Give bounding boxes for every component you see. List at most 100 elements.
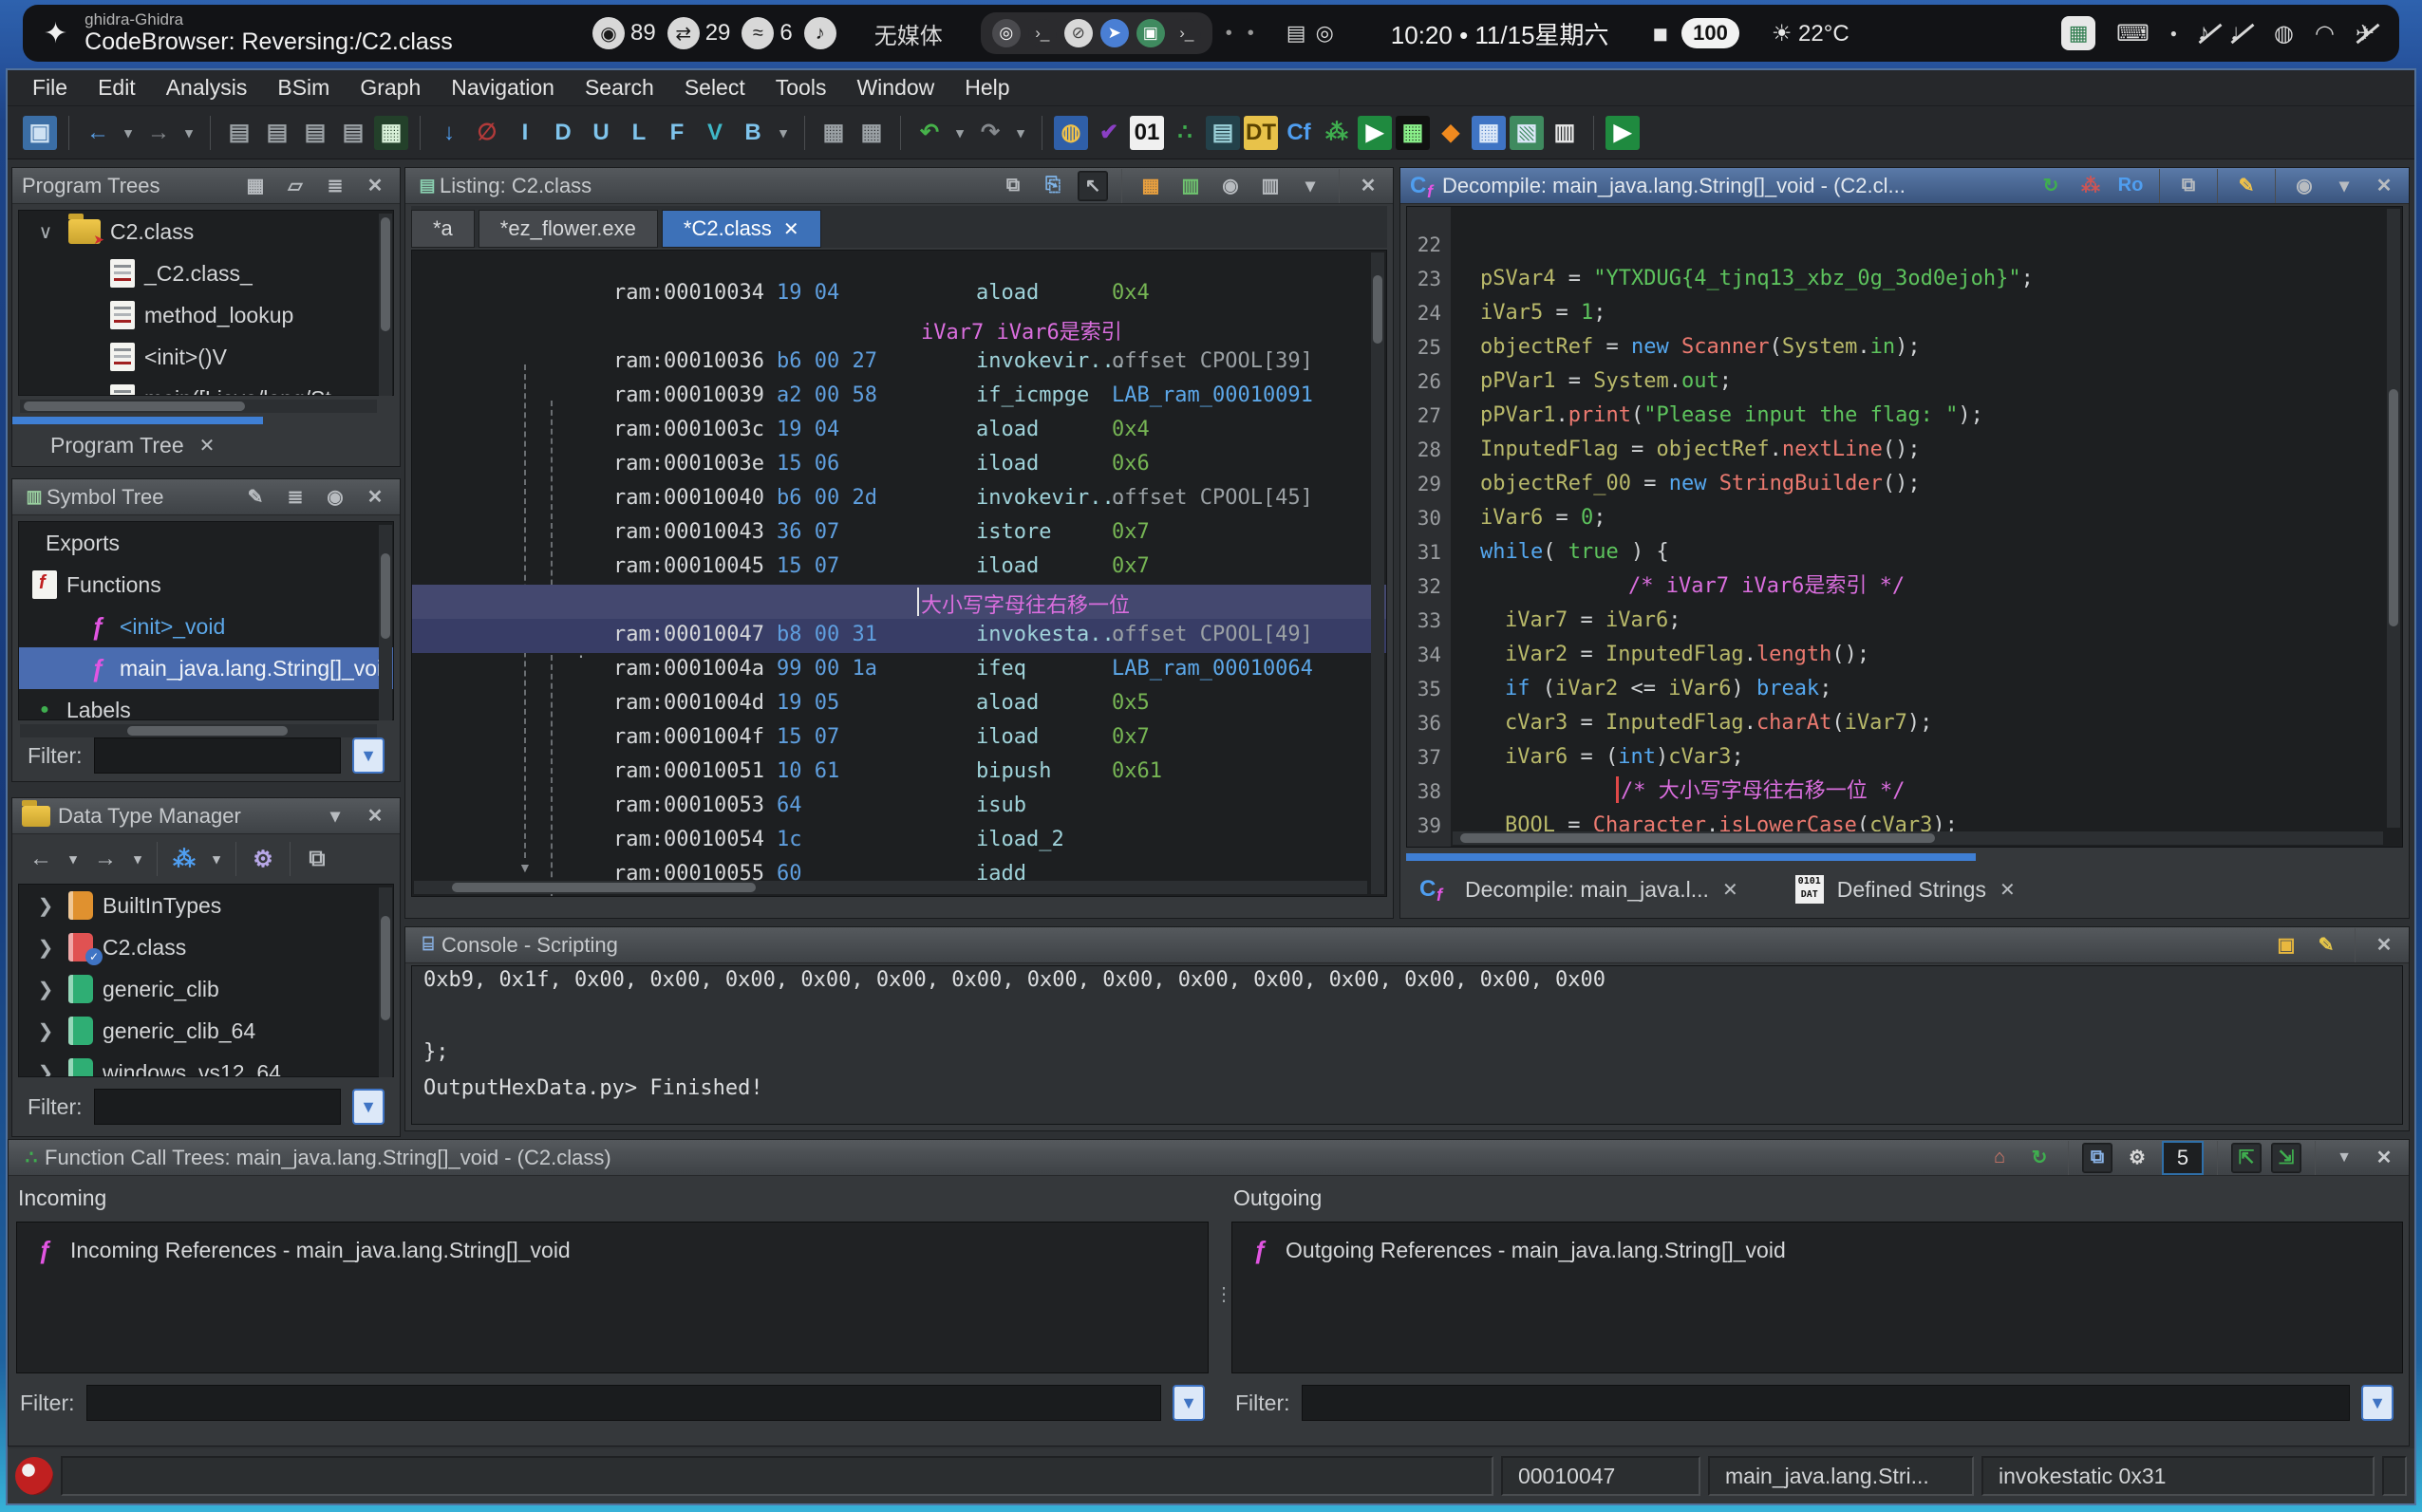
menu-window[interactable]: Window — [841, 71, 949, 104]
go-down-icon[interactable]: ↓ — [432, 116, 466, 150]
menu-tools[interactable]: Tools — [760, 71, 842, 104]
filmstrip-icon[interactable]: ▤ — [1206, 116, 1240, 150]
listing-instruction-row[interactable]: ram:00010047b8 00 31invokesta...offset C… — [412, 619, 1386, 653]
weather-temp[interactable]: ☀ 22°C — [1772, 20, 1849, 47]
memory-chip-icon[interactable]: ▦ — [1396, 116, 1430, 150]
incoming-filter-input[interactable] — [86, 1385, 1162, 1421]
listing-instruction-row[interactable]: ram:0001005364isub — [412, 790, 1386, 824]
expand-incoming-icon[interactable]: ⇱ — [2231, 1143, 2262, 1173]
listing-v-scrollbar-thumb[interactable] — [1373, 275, 1382, 344]
snapshot-camera-icon[interactable]: ◉ — [320, 482, 350, 513]
disable-icon[interactable]: ∅ — [470, 116, 504, 150]
clear-flow-icon[interactable]: ▦ — [854, 116, 889, 150]
media-status[interactable]: 无媒体 — [874, 17, 943, 50]
symbol-tree-view[interactable]: ExportsfFunctionsƒ<init>_voidƒmain_java.… — [18, 521, 394, 720]
decompile-line-27[interactable]: 27pPVar1.print("Please input the flag: "… — [1407, 399, 2402, 433]
validate-check-icon[interactable]: ✔ — [1092, 116, 1126, 150]
mark-v-icon[interactable]: V — [698, 116, 732, 150]
program-tree-view[interactable]: ∨➤C2.class_C2.class_method_lookup<init>(… — [18, 210, 394, 396]
listing-instruction-row[interactable]: ram:0001004d19 05aload0x5 — [412, 687, 1386, 721]
tree-node[interactable]: method_lookup — [19, 294, 393, 336]
mark-b-icon[interactable]: B — [736, 116, 770, 150]
decompile-v-scrollbar-thumb[interactable] — [2389, 389, 2398, 626]
listing-view[interactable]: ⋮ ram:0001003419 04aload0x4iVar7 iVar6是索… — [411, 250, 1387, 897]
edit-pencil-icon[interactable]: ✎ — [240, 482, 271, 513]
rename-ro-icon[interactable]: Ro — [2115, 171, 2146, 201]
binary-doc-icon[interactable]: 01 — [1130, 116, 1164, 150]
listing-instruction-row[interactable]: ram:0001004a99 00 1aifeqLAB_ram_00010064 — [412, 653, 1386, 687]
menu-analysis[interactable]: Analysis — [151, 71, 263, 104]
redo-icon[interactable]: ↷ — [973, 116, 1007, 150]
filter-gear-icon[interactable]: ⚙ — [2122, 1143, 2152, 1173]
pointer-icon[interactable]: ➤ — [1100, 19, 1129, 47]
mark-i-icon[interactable]: I — [508, 116, 542, 150]
listing-comment-row[interactable]: iVar7 iVar6是索引 — [412, 311, 1386, 345]
listing-instruction-row[interactable]: ram:0001003419 04aload0x4 — [412, 277, 1386, 311]
analysis-bolt-icon[interactable]: ◍ — [1054, 116, 1088, 150]
listing-instruction-row[interactable]: ram:0001005110 61bipush0x61 — [412, 756, 1386, 790]
filter-funnel-icon[interactable]: ▼ — [352, 737, 385, 774]
v-scrollbar-thumb[interactable] — [381, 217, 390, 331]
forward-dropdown-icon[interactable]: ▾ — [179, 116, 198, 150]
tab-program-tree[interactable]: Program Tree — [50, 433, 184, 458]
notification-bell-icon[interactable]: ◍ — [2274, 20, 2294, 47]
graph-icon[interactable]: ⁂ — [2075, 171, 2106, 201]
mark-dropdown-icon[interactable]: ▾ — [774, 116, 793, 150]
listing-tab--ez-flower-exe[interactable]: *ez_flower.exe — [479, 210, 658, 248]
symbol-node--init-void[interactable]: ƒ<init>_void — [19, 606, 393, 647]
decompile-line-28[interactable]: 28InputedFlag = objectRef.nextLine(); — [1407, 433, 2402, 467]
outgoing-root-node[interactable]: Outgoing References - main_java.lang.Str… — [1286, 1238, 1786, 1263]
dtm-titlebar[interactable]: Data Type Manager ▾✕ — [12, 798, 400, 834]
memory-image-icon[interactable]: ▦ — [374, 116, 408, 150]
symbol-tree-titlebar[interactable]: ▥ Symbol Tree ✎≣◉✕ — [12, 479, 400, 515]
terminal-icon[interactable]: ›_ — [1028, 19, 1057, 47]
active-app[interactable]: ✦ ghidra-Ghidra CodeBrowser: Reversing:/… — [23, 11, 592, 55]
dtm-node-c2-class[interactable]: ❯✓C2.class — [19, 926, 393, 968]
page-down-icon[interactable]: ▤ — [336, 116, 370, 150]
shell-icon[interactable]: ›_ — [1173, 19, 1201, 47]
outgoing-references-tree[interactable]: ƒ Outgoing References - main_java.lang.S… — [1231, 1222, 2403, 1373]
save-icon[interactable]: ▣ — [23, 116, 57, 150]
microphone-icon[interactable]: ◎ — [1316, 21, 1334, 46]
back-dropdown-icon[interactable]: ▾ — [64, 842, 83, 876]
v-scrollbar-thumb[interactable] — [381, 553, 390, 639]
menu-edit[interactable]: Edit — [83, 71, 151, 104]
tab-close-icon[interactable]: ✕ — [2000, 878, 2016, 902]
decompile-line-24[interactable]: 24iVar5 = 1; — [1407, 296, 2402, 330]
program-trees-titlebar[interactable]: Program Trees ▦▱≣✕ — [12, 168, 400, 204]
undo-dropdown-icon[interactable]: ▾ — [950, 116, 969, 150]
open-folder-icon[interactable]: ▱ — [280, 171, 310, 201]
redo-dropdown-icon[interactable]: ▾ — [1011, 116, 1030, 150]
decompile-line-36[interactable]: 36cVar3 = InputedFlag.charAt(iVar7); — [1407, 706, 2402, 740]
gear-ring-icon[interactable]: ⚙ — [246, 842, 280, 876]
goto-list-icon[interactable]: ≣ — [320, 171, 350, 201]
forward-dropdown-icon[interactable]: ▾ — [128, 842, 147, 876]
network-icon[interactable]: ◠ — [2315, 20, 2335, 47]
lock-icon[interactable]: ▣ — [2271, 930, 2301, 961]
mark-f-icon[interactable]: F — [660, 116, 694, 150]
page-up-icon[interactable]: ▤ — [298, 116, 332, 150]
decompile-line-31[interactable]: 31while( true ) { — [1407, 535, 2402, 569]
decompiler-cf-icon[interactable]: Cf — [1282, 116, 1316, 150]
dtm-node-generic-clib[interactable]: ❯generic_clib — [19, 968, 393, 1010]
listing-comment-row[interactable]: 大小写字母往右移一位 — [412, 585, 1386, 619]
decompile-line-22[interactable]: 22 — [1407, 228, 2402, 262]
back-icon[interactable]: ← — [24, 842, 58, 876]
memory-dropdown-icon[interactable]: ▾ — [1295, 171, 1325, 201]
dtm-filter-input[interactable] — [94, 1089, 342, 1125]
listing-tab--c2-class[interactable]: *C2.class✕ — [662, 210, 821, 248]
node-dropdown-icon[interactable]: ▾ — [207, 842, 226, 876]
airplane-off-icon[interactable]: ✈ — [2356, 20, 2375, 47]
dropdown-icon[interactable]: ▾ — [320, 801, 350, 831]
snapshot-camera-icon[interactable]: ◉ — [1215, 171, 1246, 201]
close-icon[interactable]: ✕ — [2369, 171, 2399, 201]
listing-instruction-row[interactable]: ram:0001004515 07iload0x7 — [412, 551, 1386, 585]
app-grid-icon[interactable]: ▦ — [2061, 16, 2095, 50]
blocked-icon[interactable]: ⊘ — [1064, 19, 1093, 47]
table-export-icon[interactable]: ▧ — [1510, 116, 1544, 150]
menu-help[interactable]: Help — [949, 71, 1024, 104]
status-resize-cell[interactable] — [2382, 1456, 2407, 1496]
close-icon[interactable]: ✕ — [2369, 1143, 2399, 1173]
menu-search[interactable]: Search — [570, 71, 669, 104]
refresh-icon[interactable]: ↻ — [2024, 1143, 2055, 1173]
